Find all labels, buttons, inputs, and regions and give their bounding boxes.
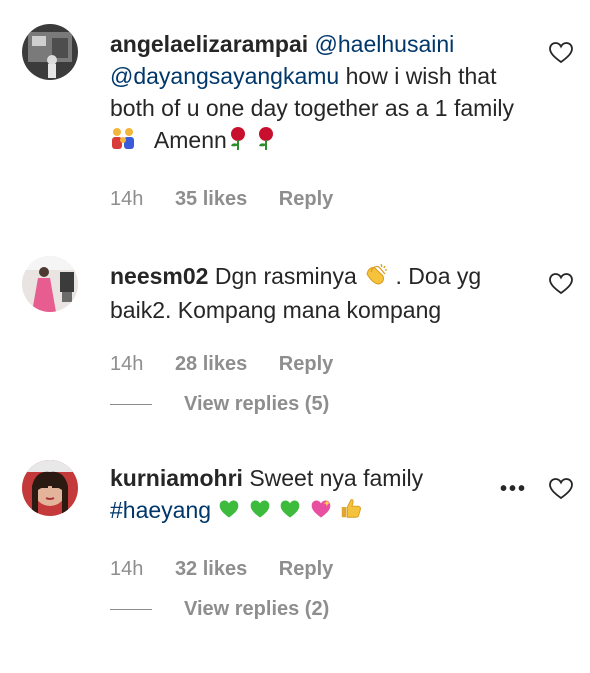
family-emoji-icon <box>110 126 136 158</box>
mention-link[interactable]: @dayangsayangkamu <box>110 63 339 89</box>
comment-username[interactable]: kurniamohri <box>110 465 243 491</box>
heart-icon[interactable] <box>548 40 574 66</box>
rose-emoji-icon <box>255 126 277 158</box>
comment-time[interactable]: 14h <box>110 558 143 580</box>
view-replies-button[interactable]: View replies (5) <box>110 393 329 416</box>
comment-meta: 14h 32 likes Reply <box>110 558 333 581</box>
like-count[interactable]: 35 likes <box>175 188 247 210</box>
clapping-hands-emoji-icon <box>363 262 389 294</box>
thumbs-up-emoji-icon <box>339 496 363 528</box>
comment-time[interactable]: 14h <box>110 188 143 210</box>
comment-meta: 14h 28 likes Reply <box>110 353 333 376</box>
comment-body: Amenn <box>153 127 227 153</box>
comment-body: Sweet nya family <box>249 465 424 491</box>
reply-button[interactable]: Reply <box>279 558 333 580</box>
avatar[interactable] <box>22 256 78 312</box>
like-count[interactable]: 28 likes <box>175 353 247 375</box>
mention-link[interactable]: @haelhusaini <box>315 31 455 57</box>
more-options-icon[interactable]: ••• <box>500 478 527 501</box>
reply-button[interactable]: Reply <box>279 353 333 375</box>
reply-button[interactable]: Reply <box>279 188 333 210</box>
comment-time[interactable]: 14h <box>110 353 143 375</box>
like-count[interactable]: 32 likes <box>175 558 247 580</box>
heart-icon[interactable] <box>548 271 574 297</box>
sparkling-heart-emoji-icon <box>309 496 333 528</box>
comment-meta: 14h 35 likes Reply <box>110 188 333 211</box>
comment-body: Dgn rasminya <box>214 263 357 289</box>
view-replies-button[interactable]: View replies (2) <box>110 598 329 621</box>
view-replies-label: View replies (2) <box>184 598 330 620</box>
rose-emoji-icon <box>227 126 249 158</box>
comment-text: angelaelizarampai @haelhusaini @dayangsa… <box>110 28 530 158</box>
comment-text: neesm02 Dgn rasminya . Doa yg baik2. Kom… <box>110 260 530 326</box>
comment-text: kurniamohri Sweet nya family #haeyang <box>110 462 530 528</box>
comment-username[interactable]: angelaelizarampai <box>110 31 308 57</box>
divider <box>110 404 152 406</box>
green-heart-emoji-icon <box>278 496 302 528</box>
hashtag-link[interactable]: #haeyang <box>110 497 211 523</box>
green-heart-emoji-icon <box>248 496 272 528</box>
comment-username[interactable]: neesm02 <box>110 263 208 289</box>
view-replies-label: View replies (5) <box>184 393 330 415</box>
avatar[interactable] <box>22 460 78 516</box>
heart-icon[interactable] <box>548 476 574 502</box>
divider <box>110 609 152 611</box>
avatar[interactable] <box>22 24 78 80</box>
green-heart-emoji-icon <box>217 496 241 528</box>
